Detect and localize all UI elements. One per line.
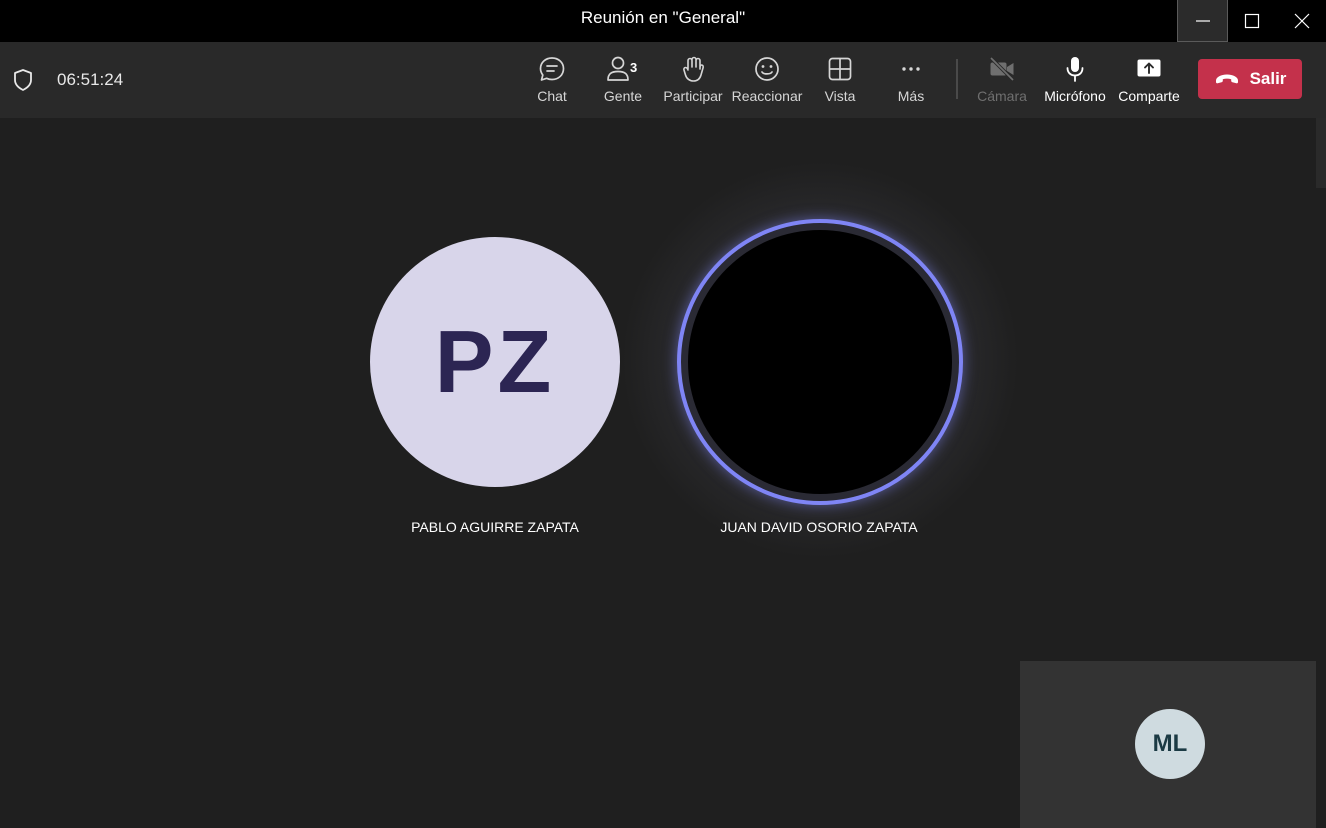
view-label: Vista [824, 88, 856, 104]
people-count-badge: 3 [630, 60, 638, 75]
chat-button[interactable]: Chat [532, 54, 572, 110]
leave-label: Salir [1249, 69, 1287, 88]
shield-icon[interactable] [12, 68, 34, 92]
microphone-label: Micrófono [1044, 88, 1106, 104]
share-screen-icon [1137, 59, 1161, 77]
microphone-button[interactable]: Micrófono [1042, 54, 1108, 110]
leave-button[interactable]: Salir [1198, 59, 1302, 99]
window-title: Reunión en "General" [580, 8, 746, 27]
view-button[interactable]: Vista [820, 54, 860, 110]
meeting-toolbar: 06:51:24 Chat 3 Gente Participar Reaccio… [0, 42, 1326, 118]
share-button[interactable]: Comparte [1117, 54, 1181, 110]
participant-initials: PZ [434, 312, 556, 411]
hand-icon [683, 56, 704, 82]
close-button[interactable] [1277, 0, 1326, 42]
maximize-icon [1244, 13, 1260, 29]
camera-label: Cámara [977, 88, 1027, 104]
minimize-button[interactable] [1177, 0, 1228, 42]
chat-label: Chat [537, 88, 567, 104]
camera-button[interactable]: Cámara [977, 54, 1027, 110]
hang-up-icon [1215, 74, 1238, 84]
share-label: Comparte [1118, 88, 1180, 104]
self-avatar: ML [1135, 709, 1205, 779]
react-button[interactable]: Reaccionar [731, 54, 803, 110]
view-layout-icon [828, 57, 852, 81]
more-button[interactable]: Más [892, 54, 930, 110]
chat-icon [539, 57, 565, 81]
more-icon [902, 67, 920, 71]
microphone-icon [1066, 57, 1084, 82]
participant-avatar-pz[interactable]: PZ [370, 237, 620, 487]
participant-name: PABLO AGUIRRE ZAPATA [411, 519, 579, 535]
raise-hand-button[interactable]: Participar [663, 54, 723, 110]
more-label: Más [897, 88, 925, 104]
scrollbar[interactable] [1316, 118, 1326, 188]
person-icon [607, 56, 629, 81]
meeting-timer: 06:51:24 [57, 70, 124, 89]
camera-off-icon [989, 56, 1015, 82]
react-label: Reaccionar [731, 88, 803, 104]
title-bar: Reunión en "General" [0, 0, 1326, 42]
toolbar-divider [956, 59, 958, 99]
close-icon [1294, 13, 1310, 29]
participant-name: JUAN DAVID OSORIO ZAPATA [720, 519, 918, 535]
maximize-button[interactable] [1227, 0, 1277, 42]
smiley-icon [755, 57, 779, 81]
self-initials: ML [1152, 730, 1188, 757]
people-button[interactable]: 3 Gente [600, 54, 646, 110]
self-view-tile[interactable]: ML [1020, 661, 1316, 828]
participant-avatar-jd[interactable] [688, 230, 952, 494]
minimize-icon [1195, 19, 1210, 22]
raise-hand-label: Participar [663, 88, 723, 104]
people-label: Gente [603, 88, 643, 104]
